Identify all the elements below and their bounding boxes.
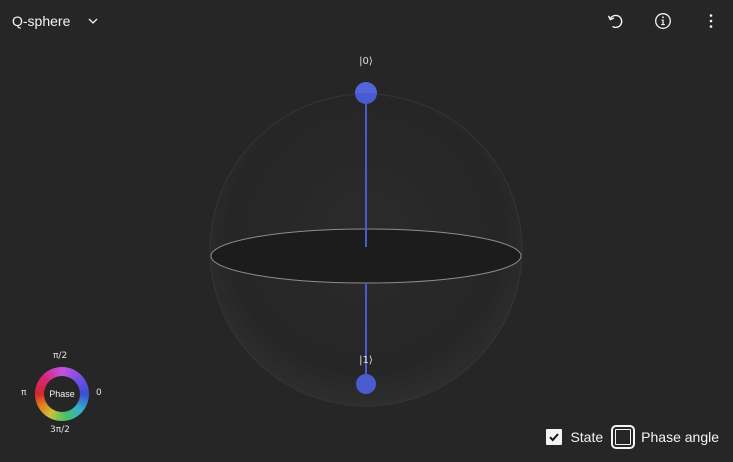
info-icon — [654, 12, 672, 30]
phase-legend-title: Phase — [49, 389, 75, 399]
state-label-1: |1⟩ — [359, 355, 373, 366]
phase-legend: π/2 π 0 3π/2 Phase — [14, 346, 114, 442]
overflow-menu-button[interactable] — [698, 8, 724, 34]
reset-view-button[interactable] — [602, 8, 628, 34]
phase-angle-toggle[interactable]: Phase angle — [611, 425, 719, 449]
info-button[interactable] — [650, 8, 676, 34]
state-node-0-highlight — [355, 82, 377, 93]
phase-angle-toggle-label: Phase angle — [641, 429, 719, 445]
state-toggle[interactable]: State — [546, 429, 603, 445]
reset-icon — [606, 12, 624, 30]
phase-label-bottom: 3π/2 — [50, 425, 70, 435]
phase-label-left: π — [21, 388, 27, 398]
chevron-down-icon — [86, 14, 100, 28]
state-node-1[interactable] — [356, 374, 376, 394]
view-select-label: Q-sphere — [12, 13, 71, 29]
phase-label-top: π/2 — [53, 351, 68, 361]
state-label-0: |0⟩ — [359, 56, 373, 67]
overflow-menu-vertical-icon — [702, 12, 720, 30]
state-checkbox[interactable] — [546, 429, 563, 445]
phase-angle-checkbox[interactable] — [611, 425, 636, 449]
header-toolbar: Q-sphere — [0, 0, 733, 42]
view-select-dropdown[interactable]: Q-sphere — [12, 8, 100, 34]
display-toggles: State Phase angle — [546, 425, 719, 449]
checkmark-icon — [549, 433, 560, 442]
phase-label-right: 0 — [96, 388, 102, 398]
state-toggle-label: State — [570, 429, 604, 445]
